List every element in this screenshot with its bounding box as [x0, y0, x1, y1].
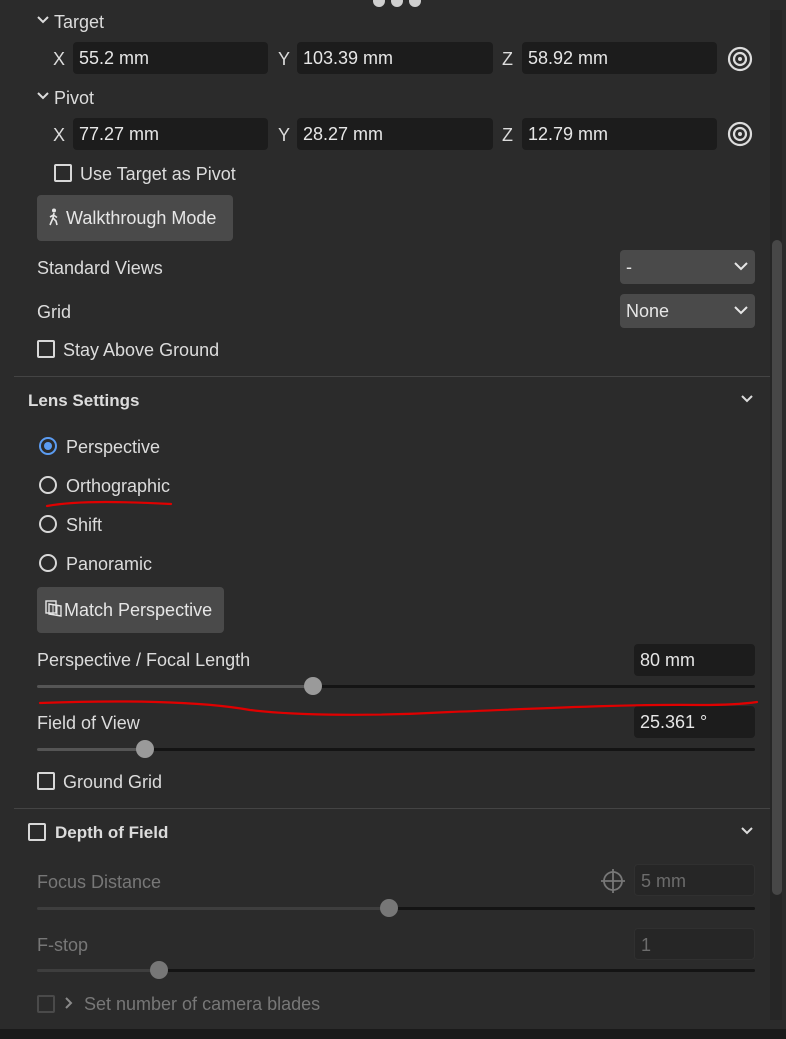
pivot-x-axis-label: X: [53, 125, 66, 145]
more-dots-icon: [373, 0, 421, 7]
f-stop-track-filled: [37, 969, 162, 972]
chevron-down-icon: [734, 262, 748, 271]
lens-settings-collapse-icon[interactable]: [740, 394, 754, 404]
field-of-view-field[interactable]: 25.361 °: [634, 706, 755, 738]
section-divider: [14, 376, 770, 377]
focus-distance-slider-thumb[interactable]: [379, 899, 398, 917]
target-y-axis-label: Y: [278, 49, 291, 69]
target-z-axis-label: Z: [502, 49, 513, 69]
grid-select[interactable]: None: [620, 294, 755, 328]
target-label: Target: [54, 12, 105, 32]
field-of-view-slider-thumb[interactable]: [135, 740, 154, 758]
target-x-field[interactable]: 55.2 mm: [73, 42, 268, 74]
field-of-view-track-filled: [37, 748, 144, 751]
camera-blades-checkbox[interactable]: [37, 995, 55, 1013]
match-perspective-label: Match Perspective: [64, 600, 213, 620]
chevron-down-icon[interactable]: [36, 91, 50, 101]
perspective-label: Perspective: [66, 437, 161, 457]
shift-radio[interactable]: [39, 515, 57, 533]
orthographic-radio[interactable]: [39, 476, 57, 494]
depth-of-field-checkbox[interactable]: [28, 823, 46, 841]
orthographic-label: Orthographic: [66, 476, 171, 496]
bottom-bar: [0, 1029, 786, 1039]
field-of-view-label: Field of View: [37, 713, 140, 733]
chevron-down-icon[interactable]: [36, 15, 50, 25]
shift-label: Shift: [66, 515, 103, 535]
pivot-z-field[interactable]: 12.79 mm: [522, 118, 717, 150]
panoramic-radio[interactable]: [39, 554, 57, 572]
drag-handle[interactable]: [371, 0, 423, 8]
stay-above-ground-label: Stay Above Ground: [63, 340, 220, 360]
pivot-z-axis-label: Z: [502, 125, 513, 145]
walking-person-icon: [49, 208, 58, 226]
depth-of-field-title[interactable]: Depth of Field: [55, 822, 168, 844]
pivot-y-axis-label: Y: [278, 125, 291, 145]
pivot-label: Pivot: [54, 88, 95, 108]
scrollbar-thumb[interactable]: [772, 240, 782, 895]
pivot-pick-icon[interactable]: [727, 121, 753, 147]
section-divider: [14, 808, 770, 809]
grid-value: None: [626, 301, 670, 321]
focus-distance-track-filled: [37, 907, 387, 910]
crosshair-icon[interactable]: [600, 868, 626, 894]
focus-distance-label: Focus Distance: [37, 872, 162, 892]
ground-grid-label: Ground Grid: [63, 772, 163, 792]
perspective-radio[interactable]: [39, 437, 57, 455]
focal-length-slider-thumb[interactable]: [304, 677, 323, 695]
f-stop-field[interactable]: 1: [634, 928, 755, 960]
target-y-field[interactable]: 103.39 mm: [297, 42, 493, 74]
f-stop-track[interactable]: [162, 969, 755, 972]
f-stop-label: F-stop: [37, 935, 89, 955]
walkthrough-mode-label: Walkthrough Mode: [66, 208, 217, 228]
focus-distance-field[interactable]: 5 mm: [634, 864, 755, 896]
target-pick-icon[interactable]: [727, 46, 753, 72]
field-of-view-track[interactable]: [144, 748, 755, 751]
standard-views-value: -: [626, 257, 632, 277]
focal-length-field[interactable]: 80 mm: [634, 644, 755, 676]
focal-length-track-filled: [37, 685, 315, 688]
grid-label: Grid: [37, 302, 72, 322]
focal-length-label: Perspective / Focal Length: [37, 650, 251, 670]
target-x-axis-label: X: [53, 49, 66, 69]
chevron-down-icon: [734, 306, 748, 315]
use-target-as-pivot-label: Use Target as Pivot: [80, 164, 236, 184]
pivot-x-field[interactable]: 77.27 mm: [73, 118, 268, 150]
match-perspective-icon: [45, 600, 62, 617]
f-stop-slider-thumb[interactable]: [150, 961, 169, 979]
focus-distance-track[interactable]: [387, 907, 755, 910]
camera-blades-label: Set number of camera blades: [84, 994, 321, 1014]
stay-above-ground-checkbox[interactable]: [37, 340, 55, 358]
standard-views-select[interactable]: -: [620, 250, 755, 284]
camera-settings-panel: Target X 55.2 mm Y 103.39 mm Z 58.92 mm …: [0, 0, 786, 1039]
chevron-right-icon[interactable]: [64, 996, 74, 1010]
focal-length-track[interactable]: [315, 685, 755, 688]
match-perspective-button[interactable]: Match Perspective: [37, 587, 224, 633]
walkthrough-mode-button[interactable]: Walkthrough Mode: [37, 195, 233, 241]
standard-views-label: Standard Views: [37, 258, 163, 278]
pivot-y-field[interactable]: 28.27 mm: [297, 118, 493, 150]
ground-grid-checkbox[interactable]: [37, 772, 55, 790]
lens-settings-title[interactable]: Lens Settings: [28, 390, 139, 412]
depth-of-field-collapse-icon[interactable]: [740, 826, 754, 836]
panoramic-label: Panoramic: [66, 554, 153, 574]
use-target-as-pivot-checkbox[interactable]: [54, 164, 72, 182]
target-z-field[interactable]: 58.92 mm: [522, 42, 717, 74]
